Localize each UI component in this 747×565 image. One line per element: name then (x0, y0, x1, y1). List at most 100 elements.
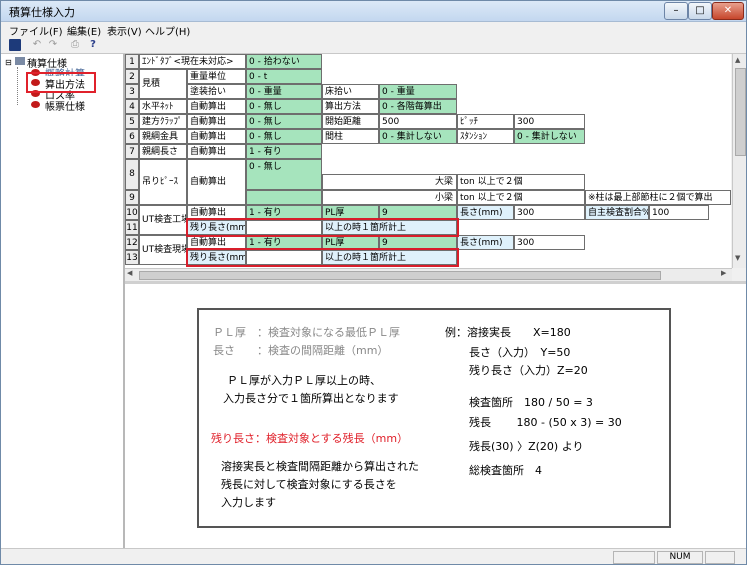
row-number: 10 (125, 205, 139, 220)
note-text: 溶接実長と検査間隔距離から算出された (221, 460, 419, 473)
example-text: 例：溶接実長 X=180 (445, 326, 571, 339)
num-lock-indicator: NUM (657, 551, 703, 564)
grid-cell[interactable]: 0 - 拾わない (246, 54, 322, 69)
menu-view[interactable]: 表示(V) (107, 23, 142, 38)
print-icon[interactable]: ⎙ (69, 39, 81, 51)
highlight-box (26, 72, 96, 93)
grid-cell[interactable]: 0 - 無し (246, 159, 322, 190)
grid-cell[interactable]: 1 - 有り (246, 144, 322, 159)
redo-icon[interactable]: ↷ (47, 39, 59, 51)
scroll-right-icon[interactable]: ▶ (721, 269, 726, 277)
scroll-up-icon[interactable]: ▲ (735, 56, 740, 64)
note-text: 入力長さ分で１箇所算出となります (223, 392, 399, 405)
window-title: 積算仕様入力 (9, 6, 75, 19)
status-panel (705, 551, 735, 564)
row-label: UT検査工場 (139, 205, 187, 235)
row-number: 6 (125, 129, 139, 144)
row-number: 3 (125, 84, 139, 99)
undo-icon[interactable]: ↶ (31, 39, 43, 51)
scroll-left-icon[interactable]: ◀ (127, 269, 132, 277)
item-icon (31, 101, 40, 108)
row-number: 1 (125, 54, 139, 69)
tree-line (17, 67, 19, 105)
grid-cell[interactable]: 0 - 重量 (379, 84, 457, 99)
menu-bar: ファイル(F) 編集(E) 表示(V) ヘルプ(H) (1, 22, 746, 38)
row-label: 長さ(mm) (457, 205, 514, 220)
grid-vertical-scrollbar[interactable]: ▲ ▼ (732, 54, 746, 268)
spec-grid: 1 ｴﾝﾄﾞﾀﾌﾞ<現在未対応> 0 - 拾わない 2 3 見積 重量単位 0 … (125, 54, 731, 268)
example-text: 長さ（入力） Y=50 (469, 346, 571, 359)
note-text: 残り長さ：検査対象とする残長（mm） (211, 432, 409, 445)
example-text: 残長(30) 〉Z(20) より (469, 440, 584, 453)
minimize-button[interactable]: – (664, 2, 688, 20)
row-number: 12 (125, 235, 139, 250)
grid-cell[interactable]: 0 - 無し (246, 129, 322, 144)
close-button[interactable]: ✕ (712, 2, 744, 20)
scroll-thumb[interactable] (735, 68, 746, 156)
help-note-box: ＰＬ厚 ：検査対象になる最低ＰＬ厚 長さ ：検査の間隔距離（mm） ＰＬ厚が入力… (197, 308, 671, 528)
menu-edit[interactable]: 編集(E) (67, 23, 101, 38)
row-label: 吊りﾋﾟｰｽ (139, 159, 187, 205)
description-pane: ＰＬ厚 ：検査対象になる最低ＰＬ厚 長さ ：検査の間隔距離（mm） ＰＬ厚が入力… (125, 284, 746, 548)
note-cell: ※柱は最上部節柱に２個で算出 (585, 190, 731, 205)
row-label: 大梁 (322, 174, 457, 190)
app-window: 積算仕様入力 – □ ✕ ファイル(F) 編集(E) 表示(V) ヘルプ(H) … (0, 0, 747, 565)
scroll-thumb[interactable] (139, 271, 661, 280)
row-label: 床拾い (322, 84, 379, 99)
grid-horizontal-scrollbar[interactable]: ◀ ▶ (125, 268, 732, 281)
row-number: 9 (125, 190, 139, 205)
example-text: 総検査箇所 4 (469, 464, 542, 477)
grid-cell[interactable]: 0 - t (246, 69, 322, 84)
folder-icon (15, 57, 25, 65)
maximize-button[interactable]: □ (688, 2, 712, 20)
menu-help[interactable]: ヘルプ(H) (145, 23, 190, 38)
menu-file[interactable]: ファイル(F) (9, 23, 63, 38)
row-label: UT検査現場 (139, 235, 187, 265)
row-label: 見積 (139, 69, 187, 99)
row-number: 13 (125, 250, 139, 265)
row-label: 水平ﾈｯﾄ (139, 99, 187, 114)
toolbar: ↶ ↷ ⎙ ? (1, 38, 746, 54)
row-label: 建方ｸﾗｯﾌﾟ (139, 114, 187, 129)
grid-cell[interactable]: 0 - 無し (246, 114, 322, 129)
row-label: 自動算出 (187, 144, 246, 159)
help-icon[interactable]: ? (87, 39, 99, 51)
grid-cell[interactable]: 300 (514, 114, 585, 129)
note-text: ＰＬ厚が入力ＰＬ厚以上の時、 (227, 374, 381, 387)
row-number: 7 (125, 144, 139, 159)
row-label: 自動算出 (187, 114, 246, 129)
row-label: 重量単位 (187, 69, 246, 84)
row-label: 長さ(mm) (457, 235, 514, 250)
highlight-box (186, 218, 459, 237)
note-text: ＰＬ厚 ：検査対象になる最低ＰＬ厚 (213, 326, 400, 339)
row-number: 4 (125, 99, 139, 114)
row-label: 自動算出 (187, 159, 246, 205)
row-label: ﾋﾟｯﾁ (457, 114, 514, 129)
grid-cell[interactable]: ton 以上で２個 (457, 174, 585, 190)
row-label: 自動算出 (187, 129, 246, 144)
grid-cell[interactable]: 100 (649, 205, 709, 220)
save-icon[interactable] (9, 39, 21, 51)
grid-cell[interactable]: 0 - 重量 (246, 84, 322, 99)
tree-collapse-icon[interactable]: ⊟ (5, 58, 12, 67)
grid-cell[interactable]: 0 - 無し (246, 99, 322, 114)
grid-cell[interactable]: 0 - 集計しない (514, 129, 585, 144)
row-label: 親綱長さ (139, 144, 187, 159)
grid-cell[interactable]: 500 (379, 114, 457, 129)
title-bar: 積算仕様入力 – □ ✕ (1, 1, 746, 22)
scroll-down-icon[interactable]: ▼ (735, 254, 740, 262)
row-label: 自主検査割合% (585, 205, 649, 220)
grid-cell[interactable]: 0 - 集計しない (379, 129, 457, 144)
example-text: 検査箇所 180 / 50 = 3 (469, 396, 593, 409)
row-number: 11 (125, 220, 139, 235)
grid-cell[interactable]: ton 以上で２個 (457, 190, 585, 205)
grid-cell[interactable]: 0 - 各階毎算出 (379, 99, 457, 114)
note-text: 長さ ：検査の間隔距離（mm） (213, 344, 389, 357)
tree-item-report[interactable]: 帳票仕様 (45, 98, 85, 113)
grid-cell[interactable]: 300 (514, 205, 585, 220)
row-number: 2 (125, 69, 139, 84)
highlight-box (186, 248, 459, 267)
note-text: 入力します (221, 496, 276, 509)
grid-cell[interactable]: 300 (514, 235, 585, 250)
grid-cell[interactable] (246, 190, 322, 205)
